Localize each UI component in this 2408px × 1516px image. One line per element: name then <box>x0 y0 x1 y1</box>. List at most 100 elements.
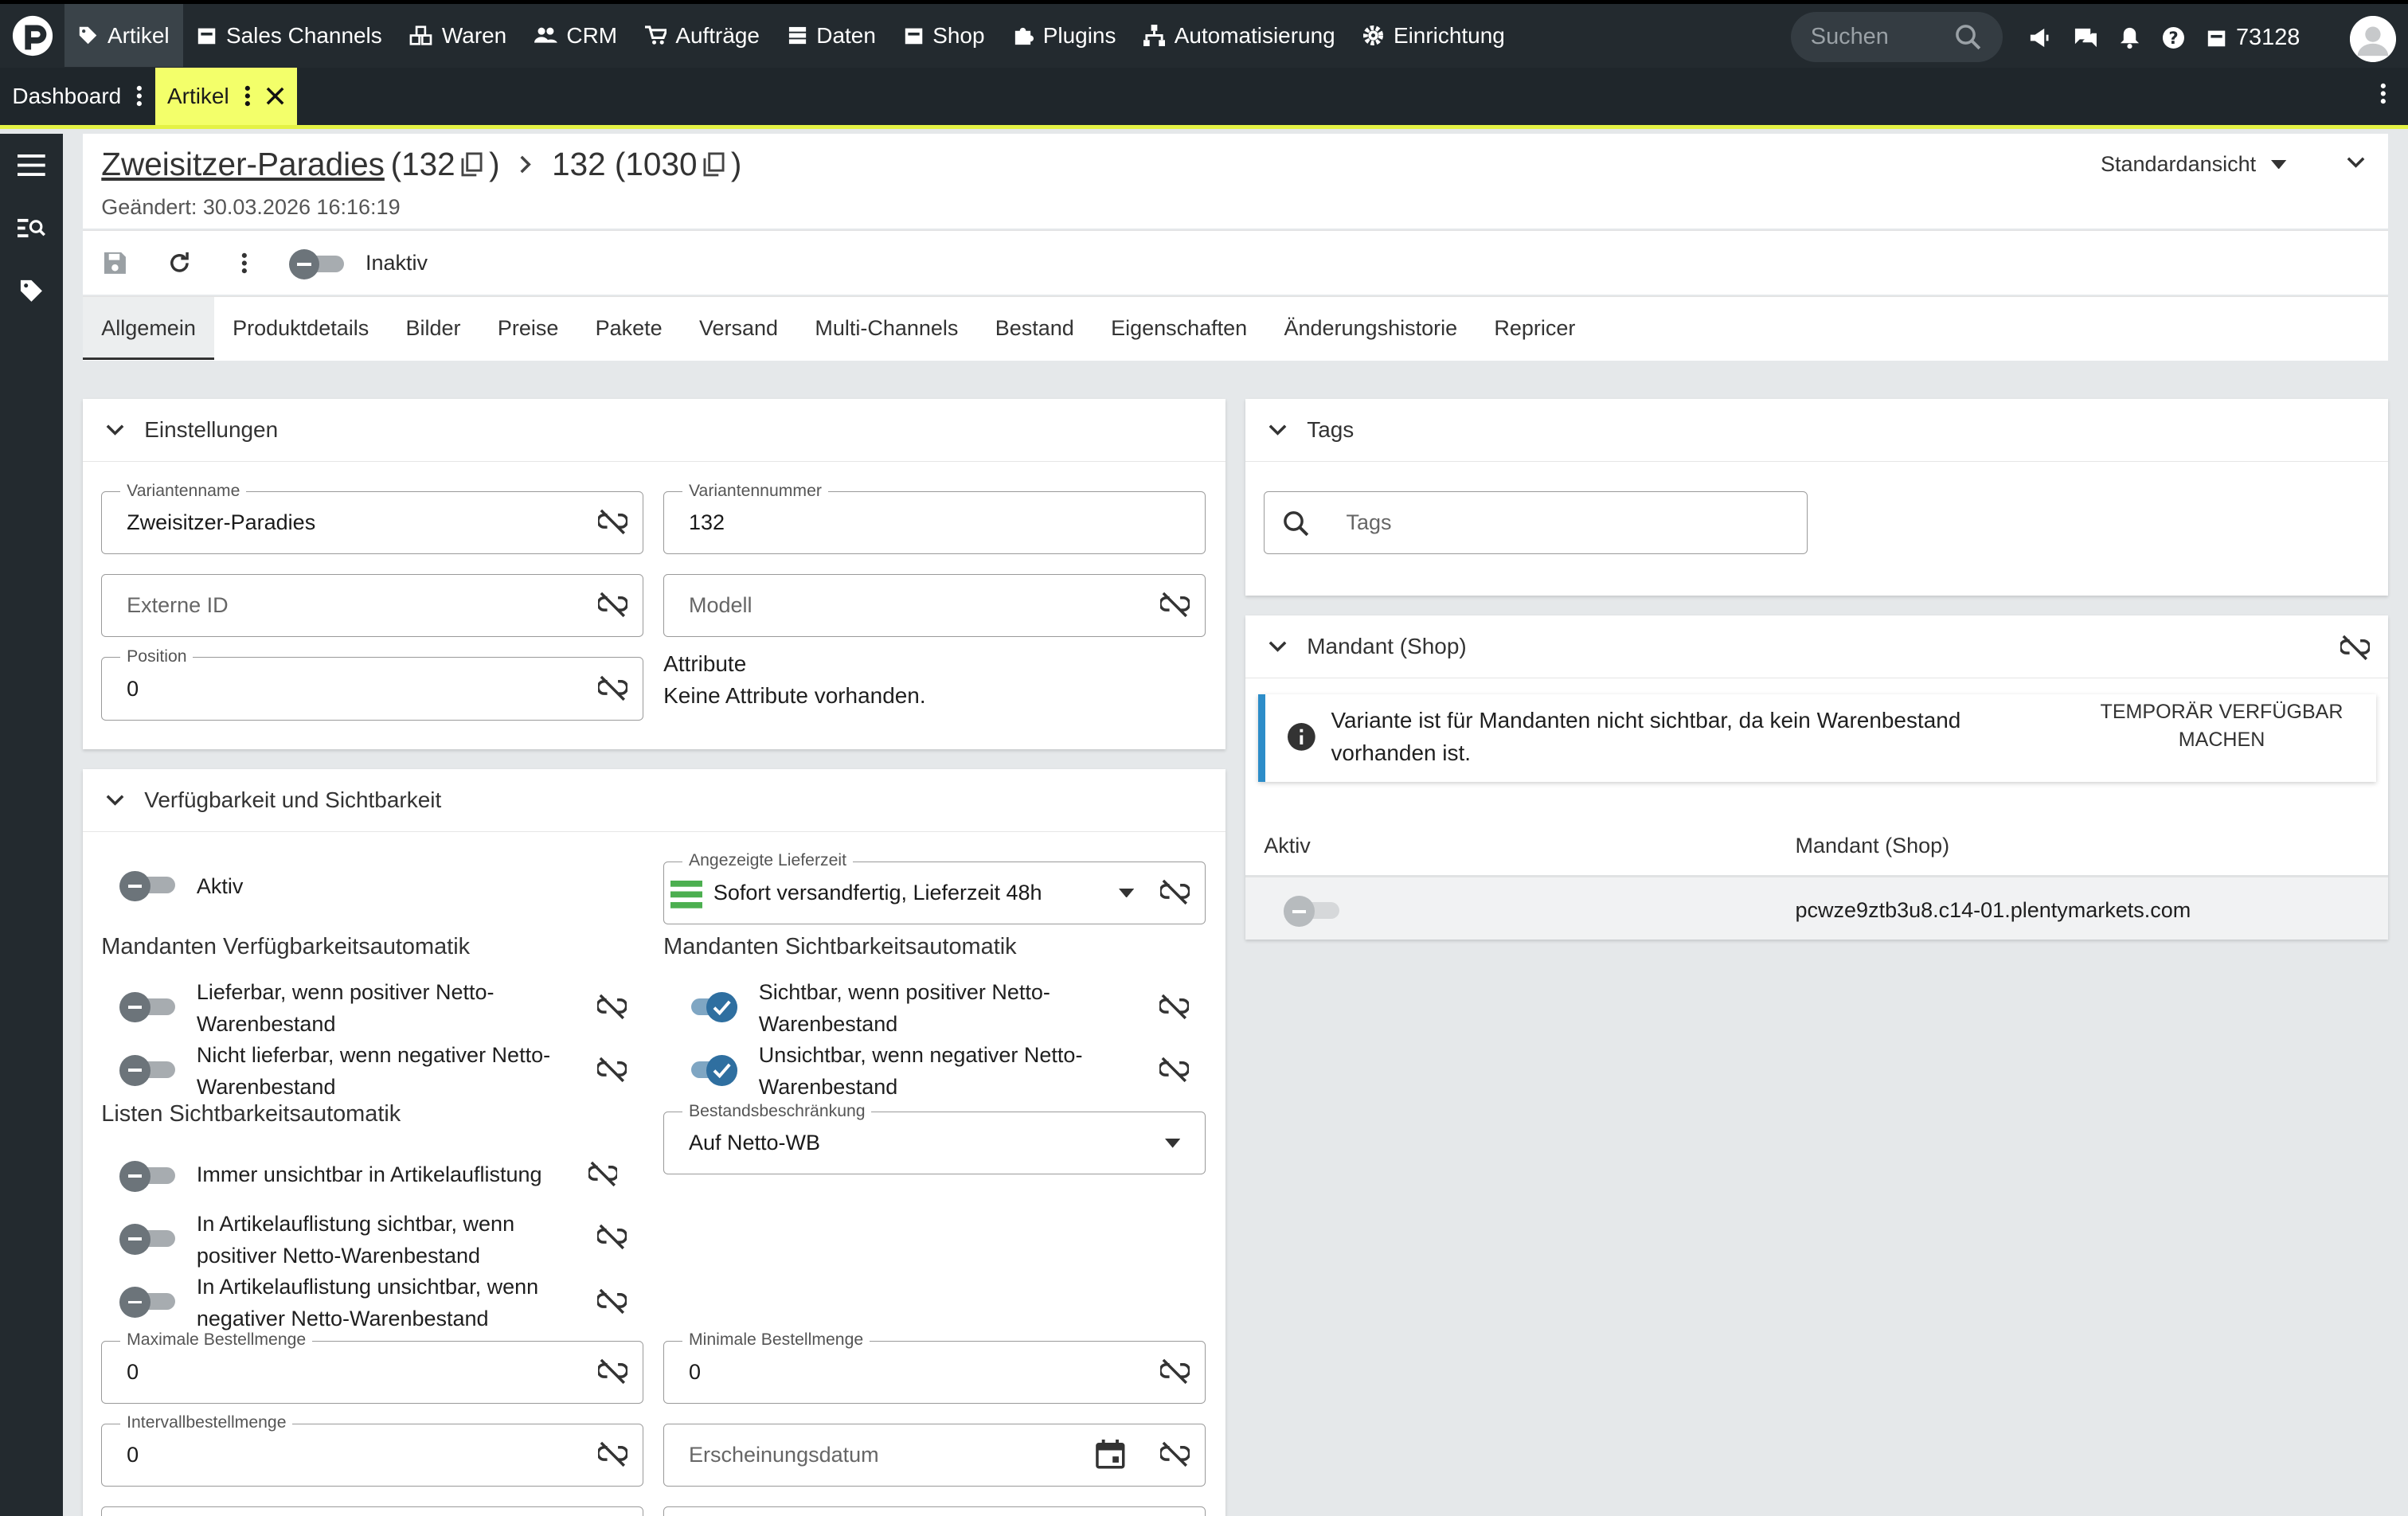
list-sichtbar-toggle[interactable] <box>119 1224 175 1255</box>
tab-dashboard[interactable]: Dashboard <box>0 68 155 124</box>
lieferzeit-select[interactable]: Angezeigte Lieferzeit Sofort versandfert… <box>663 851 1206 924</box>
nav-label: Artikel <box>107 22 170 48</box>
bell-icon[interactable] <box>2119 26 2140 49</box>
close-icon[interactable] <box>266 87 284 105</box>
tab-bilder[interactable]: Bilder <box>387 297 479 360</box>
search-input[interactable]: Suchen <box>1790 11 2003 63</box>
variantennummer-field[interactable]: Variantennummer 132 <box>663 481 1206 555</box>
avatar[interactable] <box>2349 16 2396 63</box>
nav-auftraege[interactable]: Aufträge <box>631 4 773 67</box>
nav-sales-channels[interactable]: Sales Channels <box>183 4 396 67</box>
search-list-button[interactable] <box>0 197 63 260</box>
max-bestellmenge-field[interactable]: Maximale Bestellmenge 0 <box>101 1330 644 1404</box>
status-toggle[interactable] <box>288 248 344 280</box>
reload-button[interactable] <box>147 231 212 295</box>
tab-artikel[interactable]: Artikel <box>154 68 297 125</box>
unlink-icon[interactable] <box>598 1441 627 1467</box>
list-unsichtbar-toggle[interactable] <box>119 1287 175 1318</box>
tab-multi-channels[interactable]: Multi-Channels <box>796 297 976 360</box>
unlink-icon[interactable] <box>597 1224 627 1250</box>
nav-plugins[interactable]: Plugins <box>999 4 1130 67</box>
unlink-icon[interactable] <box>597 994 627 1020</box>
field-placeholder: Erscheinungsdatum <box>688 1442 879 1467</box>
erscheinungsdatum-field[interactable]: Erscheinungsdatum <box>663 1423 1206 1487</box>
tags-input[interactable]: Tags <box>1264 491 1808 555</box>
shop-active-toggle[interactable] <box>1284 896 1339 927</box>
view-select[interactable]: Standardansicht <box>2101 152 2287 177</box>
save-button[interactable] <box>83 231 147 295</box>
externe-id-field[interactable]: Externe ID <box>101 574 644 638</box>
temporary-available-button[interactable]: TEMPORÄR VERFÜGBAR MACHEN <box>2086 697 2356 762</box>
tab-repricer[interactable]: Repricer <box>1476 297 1593 360</box>
unlink-icon[interactable] <box>597 1057 627 1083</box>
min-bestellmenge-field[interactable]: Minimale Bestellmenge 0 <box>663 1330 1206 1404</box>
mandant-header[interactable]: Mandant (Shop) <box>1245 615 2388 679</box>
nav-daten[interactable]: Daten <box>773 4 889 67</box>
top-nav: Artikel Sales Channels Waren CRM Aufträg… <box>0 0 2408 68</box>
people-icon <box>534 27 557 43</box>
nicht-lieferbar-toggle[interactable] <box>119 1054 175 1086</box>
tab-produktdetails[interactable]: Produktdetails <box>214 297 387 360</box>
tab-pakete[interactable]: Pakete <box>577 297 681 360</box>
unlink-icon[interactable] <box>598 1358 627 1385</box>
nav-einrichtung[interactable]: Einrichtung <box>1349 4 1519 67</box>
tab-eigenschaften[interactable]: Eigenschaften <box>1093 297 1265 360</box>
unlink-icon[interactable] <box>598 592 627 618</box>
tab-versand[interactable]: Versand <box>681 297 796 360</box>
tab-preise[interactable]: Preise <box>479 297 577 360</box>
lieferbar-toggle[interactable] <box>119 991 175 1023</box>
unlink-icon[interactable] <box>597 1288 627 1315</box>
nav-waren[interactable]: Waren <box>396 4 520 67</box>
nav-shop[interactable]: Shop <box>889 4 999 67</box>
kebab-icon[interactable] <box>244 85 251 107</box>
help-icon[interactable]: ? <box>2162 26 2185 49</box>
plenty-logo-icon[interactable] <box>0 4 64 67</box>
unlink-icon[interactable] <box>598 675 627 701</box>
aktiv-toggle[interactable] <box>119 870 175 902</box>
unlink-icon[interactable] <box>1160 879 1190 905</box>
position-field[interactable]: Position 0 <box>101 647 644 721</box>
next-field-left[interactable] <box>101 1506 644 1516</box>
nav-artikel[interactable]: Artikel <box>64 4 183 68</box>
chevron-down-icon[interactable] <box>2345 152 2367 174</box>
menu-button[interactable] <box>0 134 63 197</box>
unlink-icon[interactable] <box>1160 592 1190 618</box>
nav-automatisierung[interactable]: Automatisierung <box>1130 4 1349 67</box>
item-link[interactable]: Zweisitzer-Paradies <box>101 146 385 183</box>
nav-crm[interactable]: CRM <box>521 4 631 67</box>
sichtbar-toggle[interactable] <box>682 991 737 1023</box>
unlink-icon[interactable] <box>2340 635 2370 661</box>
tab-bestand[interactable]: Bestand <box>977 297 1093 360</box>
availability-header[interactable]: Verfügbarkeit und Sichtbarkeit <box>83 769 1226 833</box>
unlink-icon[interactable] <box>1160 1441 1190 1467</box>
calendar-icon[interactable] <box>1096 1440 1125 1469</box>
unlink-icon[interactable] <box>1160 1358 1190 1385</box>
megaphone-icon[interactable] <box>2027 27 2052 49</box>
tags-header[interactable]: Tags <box>1245 399 2388 463</box>
unsichtbar-toggle[interactable] <box>682 1054 737 1086</box>
tab-aenderungshistorie[interactable]: Änderungshistorie <box>1265 297 1476 360</box>
unlink-icon[interactable] <box>1159 1057 1189 1083</box>
unlink-icon[interactable] <box>598 509 627 535</box>
kebab-icon[interactable] <box>2380 83 2386 104</box>
toolbar: Inaktiv <box>83 230 2388 295</box>
intervall-field[interactable]: Intervallbestellmenge 0 <box>101 1413 644 1487</box>
field-label: Position <box>120 647 194 666</box>
settings-header[interactable]: Einstellungen <box>83 399 1226 463</box>
next-field-right[interactable] <box>663 1506 1206 1516</box>
system-id[interactable]: 73128 <box>2207 25 2300 51</box>
variantenname-field[interactable]: Variantenname Zweisitzer-Paradies <box>101 481 644 555</box>
modell-field[interactable]: Modell <box>663 574 1206 638</box>
more-button[interactable] <box>212 231 276 295</box>
bestand-select[interactable]: Bestandsbeschränkung Auf Netto-WB <box>663 1101 1206 1175</box>
tab-allgemein[interactable]: Allgemein <box>83 297 214 361</box>
tags-button[interactable] <box>0 260 63 322</box>
copy-icon[interactable] <box>461 152 483 177</box>
kebab-icon[interactable] <box>136 85 143 107</box>
table-row[interactable]: pcwze9ztb3u8.c14-01.plentymarkets.com <box>1245 875 2388 940</box>
unlink-icon[interactable] <box>1159 994 1189 1020</box>
chat-icon[interactable] <box>2074 27 2098 49</box>
unlink-icon[interactable] <box>588 1161 618 1187</box>
copy-icon[interactable] <box>703 152 725 177</box>
immer-unsichtbar-toggle[interactable] <box>119 1161 175 1192</box>
